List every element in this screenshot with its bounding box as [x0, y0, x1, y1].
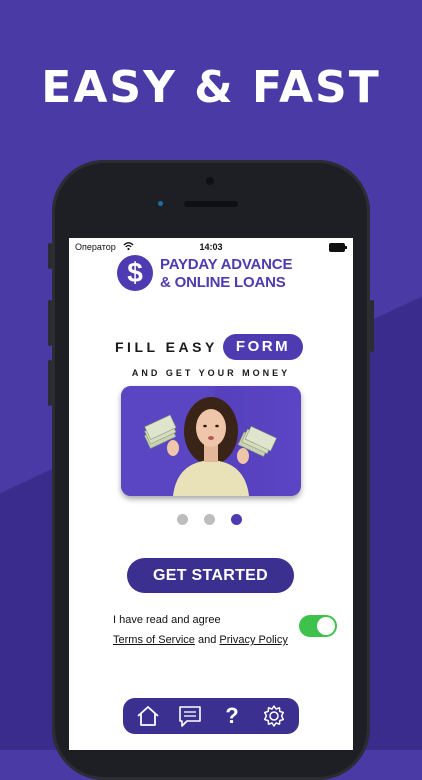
- battery-icon: [329, 243, 347, 252]
- brand-line-2: & ONLINE LOANS: [160, 274, 286, 291]
- privacy-policy-link[interactable]: Privacy Policy: [219, 634, 287, 646]
- onboarding-title: FILL EASY FORM: [69, 334, 353, 362]
- page-dot-1[interactable]: [177, 514, 188, 525]
- phone-power-button: [370, 300, 374, 352]
- form-pill: FORM: [223, 334, 303, 360]
- onboarding-subtitle: AND GET YOUR MONEY: [131, 368, 291, 378]
- tab-bar: ?: [123, 698, 299, 734]
- phone-speaker: [184, 201, 238, 207]
- brand-name: PAYDAY ADVANCE & ONLINE LOANS: [160, 256, 292, 292]
- hero-image: [121, 386, 301, 496]
- status-time: 14:03: [199, 242, 223, 252]
- terms-of-service-link[interactable]: Terms of Service: [113, 634, 195, 646]
- phone-volume-down: [48, 360, 52, 406]
- settings-icon[interactable]: [261, 703, 287, 729]
- logo-dollar-icon: $: [117, 255, 153, 291]
- chat-icon[interactable]: [177, 703, 203, 729]
- agree-text: I have read and agree: [113, 614, 221, 626]
- get-started-button[interactable]: GET STARTED: [127, 558, 294, 593]
- home-icon[interactable]: [135, 703, 161, 729]
- fill-easy-text: FILL EASY: [115, 339, 218, 355]
- app-screen: Оператор 14:03 $ PAYDAY ADVANCE & ONLINE…: [69, 238, 353, 750]
- page-dot-3[interactable]: [231, 514, 242, 525]
- phone-sensor: [158, 201, 163, 206]
- page-dot-2[interactable]: [204, 514, 215, 525]
- phone-camera: [206, 177, 214, 185]
- phone-mute-switch: [48, 243, 52, 269]
- toggle-knob: [317, 617, 335, 635]
- and-text: and: [197, 634, 217, 646]
- promo-headline: EASY & FAST: [41, 62, 381, 113]
- page-indicator: [175, 514, 245, 526]
- status-bar: Оператор 14:03: [69, 238, 353, 256]
- brand-line-1: PAYDAY ADVANCE: [160, 256, 293, 273]
- agree-toggle[interactable]: [299, 615, 337, 637]
- phone-volume-up: [48, 300, 52, 346]
- help-icon[interactable]: ?: [219, 703, 245, 729]
- woman-with-cash-illustration: [121, 386, 277, 496]
- terms-links: Terms of Service and Privacy Policy: [113, 634, 288, 646]
